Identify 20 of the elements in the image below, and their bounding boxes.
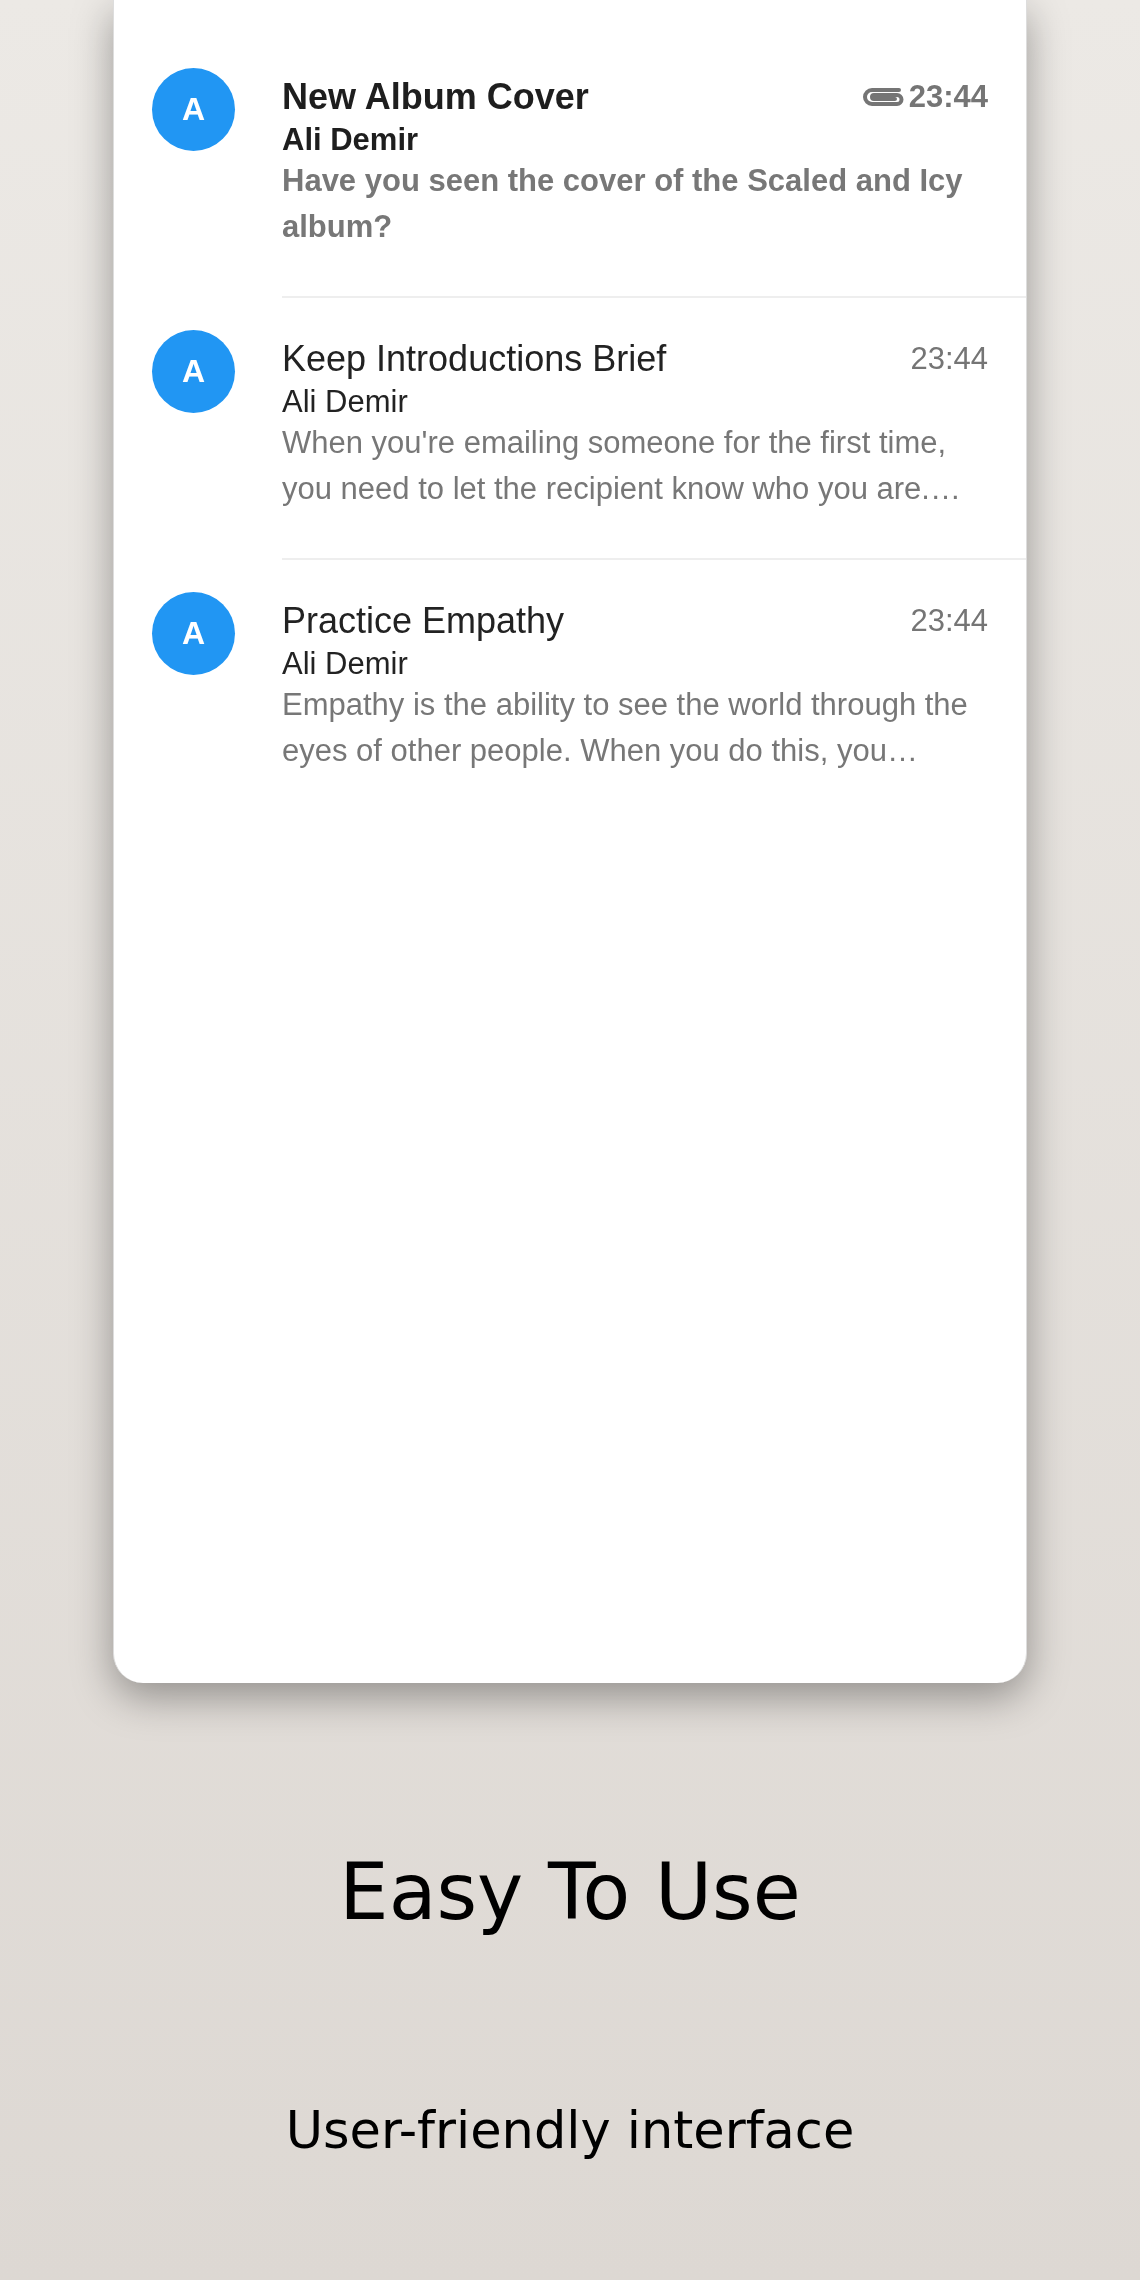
avatar: A xyxy=(152,330,235,413)
headline: Easy To Use xyxy=(339,1847,801,1937)
avatar: A xyxy=(152,592,235,675)
email-time: 23:44 xyxy=(910,603,988,639)
email-preview: Have you seen the cover of the Scaled and Icy album? xyxy=(282,162,964,246)
email-row[interactable]: A Practice Empathy 23:44 Ali Demir Empathy is the ability to see the world through the eyes of other people. When you do this, you… xyxy=(114,560,1026,822)
sender-name: Ali Demir xyxy=(282,384,409,420)
avatar: A xyxy=(152,68,235,151)
email-subject: Keep Introductions Brief xyxy=(282,338,668,380)
email-row[interactable]: A New Album Cover 23:44 Ali Demir Have you seen the cover of the Scaled and Icy album? xyxy=(114,36,1026,298)
subtitle: User-friendly interface xyxy=(285,2101,855,2160)
sender-name: Ali Demir xyxy=(282,646,409,682)
email-preview: Empathy is the ability to see the world through the eyes of other people. When you do this, you… xyxy=(282,686,969,770)
sender-name: Ali Demir xyxy=(282,122,420,158)
email-time: 23:44 xyxy=(910,341,988,377)
email-subject: Practice Empathy xyxy=(282,600,566,642)
email-time: 23:44 xyxy=(908,79,988,115)
email-row[interactable]: A Keep Introductions Brief 23:44 Ali Demir When you're emailing someone for the first time, you need to let the recipient know who you are.… xyxy=(114,298,1026,560)
email-preview: When you're emailing someone for the first time, you need to let the recipient know who you are.… xyxy=(282,424,962,508)
email-subject: New Album Cover xyxy=(282,76,590,118)
